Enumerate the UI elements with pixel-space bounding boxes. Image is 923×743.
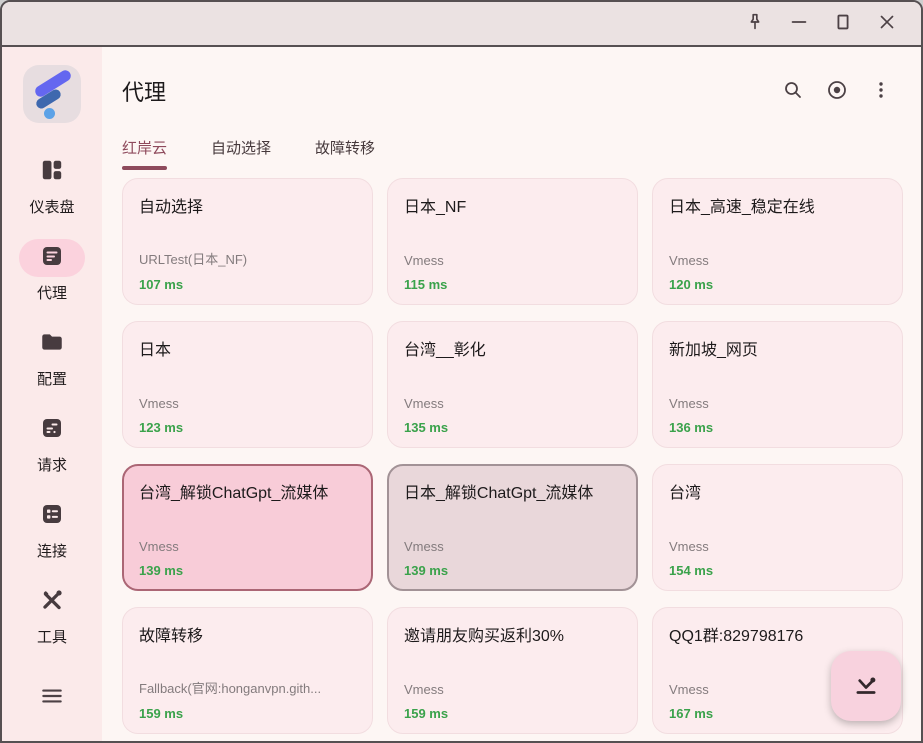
proxy-name: 台湾 (669, 479, 886, 503)
sidebar-item[interactable]: 仪表盘 (19, 153, 85, 217)
maximize-icon (832, 11, 854, 36)
proxy-name: 日本_NF (404, 193, 621, 217)
proxy-name: 台湾__彰化 (404, 336, 621, 360)
proxy-card[interactable]: 日本_高速_稳定在线 Vmess 120 ms (652, 178, 903, 305)
dashboard-icon (39, 157, 65, 188)
tab-label: 自动选择 (211, 140, 271, 157)
pin-button[interactable] (733, 7, 777, 41)
titlebar (2, 2, 921, 47)
sidebar-nav: 仪表盘 代理 配置 (2, 153, 102, 669)
proxy-delay: 139 ms (139, 563, 356, 578)
search-icon (781, 78, 805, 105)
proxy-delay: 159 ms (404, 706, 621, 721)
proxy-icon (40, 244, 64, 273)
tools-icon (39, 587, 65, 618)
proxy-delay: 135 ms (404, 420, 621, 435)
page-title: 代理 (122, 75, 166, 107)
page-header: 代理 (102, 47, 921, 111)
target-icon (825, 78, 849, 105)
proxy-type: Vmess (404, 539, 621, 554)
proxy-card[interactable]: 日本_NF Vmess 115 ms (387, 178, 638, 305)
proxy-name: 自动选择 (139, 193, 356, 217)
close-button[interactable] (865, 7, 909, 41)
proxy-type: Fallback(官网:honganvpn.gith... (139, 678, 356, 697)
sidebar-item[interactable]: 连接 (19, 497, 85, 561)
minimize-button[interactable] (777, 7, 821, 41)
proxy-type: Vmess (404, 253, 621, 268)
maximize-button[interactable] (821, 7, 865, 41)
locate-button[interactable] (815, 71, 859, 111)
sidebar-item-label: 请求 (37, 454, 67, 475)
proxy-name: 日本_高速_稳定在线 (669, 193, 886, 217)
proxy-name: 故障转移 (139, 622, 356, 646)
proxy-card[interactable]: 台湾 Vmess 154 ms (652, 464, 903, 591)
proxy-delay: 154 ms (669, 563, 886, 578)
proxy-card[interactable]: 台湾__彰化 Vmess 135 ms (387, 321, 638, 448)
proxy-delay: 115 ms (404, 277, 621, 292)
proxy-card[interactable]: 邀请朋友购买返利30% Vmess 159 ms (387, 607, 638, 734)
proxy-delay: 159 ms (139, 706, 356, 721)
tab[interactable]: 故障转移 (315, 137, 375, 176)
proxy-delay: 123 ms (139, 420, 356, 435)
locate-current-icon (851, 670, 881, 703)
sidebar-item-label: 代理 (37, 282, 67, 303)
proxy-type: Vmess (139, 396, 356, 411)
sidebar-item[interactable]: 请求 (19, 411, 85, 475)
more-button[interactable] (859, 71, 903, 111)
sidebar-item-label: 配置 (37, 368, 67, 389)
proxy-type: Vmess (404, 396, 621, 411)
requests-icon (40, 416, 64, 445)
main-content: 代理 (102, 47, 921, 741)
proxy-type: URLTest(日本_NF) (139, 249, 356, 268)
proxy-card[interactable]: 新加坡_网页 Vmess 136 ms (652, 321, 903, 448)
pin-icon (744, 11, 766, 36)
proxy-delay: 120 ms (669, 277, 886, 292)
proxy-card[interactable]: 日本_解锁ChatGpt_流媒体 Vmess 139 ms (387, 464, 638, 591)
proxy-type: Vmess (669, 539, 886, 554)
sidebar-item[interactable]: 配置 (19, 325, 85, 389)
sidebar-item-label: 仪表盘 (29, 196, 74, 217)
proxy-card[interactable]: 故障转移 Fallback(官网:honganvpn.gith... 159 m… (122, 607, 373, 734)
tab[interactable]: 自动选择 (211, 137, 271, 176)
sidebar-item[interactable]: 代理 (19, 239, 85, 303)
hamburger-icon (39, 683, 65, 712)
proxy-name: 日本_解锁ChatGpt_流媒体 (404, 479, 621, 503)
app-window: 仪表盘 代理 配置 (0, 0, 923, 743)
scroll-to-current-button[interactable] (831, 651, 901, 721)
proxy-type: Vmess (139, 539, 356, 554)
tab-label: 故障转移 (315, 140, 375, 157)
proxy-card[interactable]: 台湾_解锁ChatGpt_流媒体 Vmess 139 ms (122, 464, 373, 591)
proxy-delay: 136 ms (669, 420, 886, 435)
tab[interactable]: 红岸云 (122, 137, 167, 176)
proxy-type: Vmess (669, 396, 886, 411)
proxy-type: Vmess (669, 253, 886, 268)
sidebar-item-label: 工具 (37, 626, 67, 647)
group-tabs: 红岸云 自动选择 故障转移 (122, 137, 921, 176)
proxy-name: QQ1群:829798176 (669, 622, 886, 646)
proxy-type: Vmess (404, 682, 621, 697)
close-icon (876, 11, 898, 36)
proxy-name: 台湾_解锁ChatGpt_流媒体 (139, 479, 356, 503)
sidebar-item[interactable]: 工具 (19, 583, 85, 647)
folder-icon (39, 329, 65, 360)
proxy-delay: 139 ms (404, 563, 621, 578)
proxy-delay: 107 ms (139, 277, 356, 292)
more-vert-icon (869, 78, 893, 105)
minimize-icon (788, 11, 810, 36)
tab-label: 红岸云 (122, 140, 167, 157)
app-logo (23, 65, 81, 123)
menu-button[interactable] (28, 679, 76, 715)
proxy-card[interactable]: 日本 Vmess 123 ms (122, 321, 373, 448)
proxy-name: 新加坡_网页 (669, 336, 886, 360)
proxy-name: 邀请朋友购买返利30% (404, 622, 621, 646)
proxy-grid: 自动选择 URLTest(日本_NF) 107 ms 日本_NF Vmess 1… (102, 176, 921, 741)
connections-icon (40, 502, 64, 531)
search-button[interactable] (771, 71, 815, 111)
sidebar-item-label: 连接 (37, 540, 67, 561)
proxy-name: 日本 (139, 336, 356, 360)
sidebar: 仪表盘 代理 配置 (2, 47, 102, 741)
proxy-card[interactable]: 自动选择 URLTest(日本_NF) 107 ms (122, 178, 373, 305)
